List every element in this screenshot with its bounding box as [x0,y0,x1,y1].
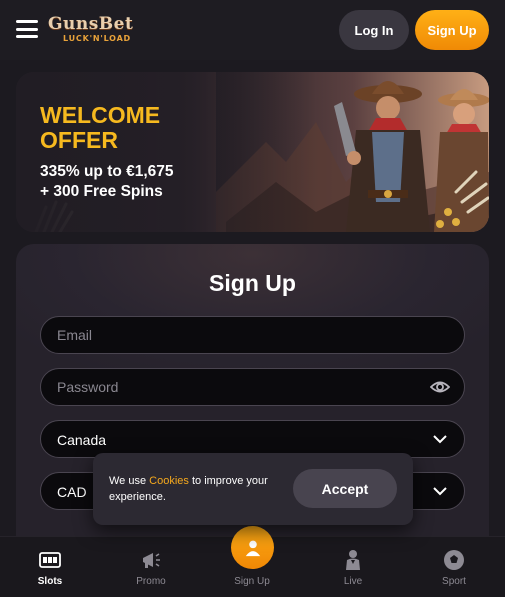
megaphone-icon [143,553,160,568]
login-button[interactable]: Log In [339,10,409,50]
cookie-consent-popup: We use Cookies to improve your experienc… [93,453,413,525]
header-signup-button[interactable]: Sign Up [415,10,489,50]
soccer-ball-icon [444,550,464,570]
top-header: GunsBet LUCK'N'LOAD Log In Sign Up [0,0,505,60]
nav-label-signup: Sign Up [234,576,270,587]
banner-title-line2: OFFER [40,127,118,153]
eye-icon[interactable] [430,379,450,395]
banner-bonus-line1: 335% up to €1,675 [40,163,174,180]
cookie-text-before: We use [109,475,150,487]
nav-label-slots: Slots [37,576,63,587]
country-value: Canada [57,432,107,448]
nav-item-live[interactable]: Live [318,537,388,597]
nav-signup-fab[interactable] [231,526,274,569]
accept-cookies-button[interactable]: Accept [293,469,397,508]
banner-bonus-line2: + 300 Free Spins [40,183,163,200]
gunsbet-logo[interactable]: GunsBet LUCK'N'LOAD [48,14,134,48]
slots-icon [39,552,61,568]
chevron-down-icon [433,487,447,496]
email-input[interactable] [41,317,464,353]
cookies-link[interactable]: Cookies [149,475,189,487]
nav-item-slots[interactable]: Slots [15,537,85,597]
nav-item-sport[interactable]: Sport [419,537,489,597]
user-icon [245,540,260,556]
signup-form-title: Sign Up [209,270,296,296]
live-dealer-icon [346,550,360,570]
password-field[interactable] [40,368,465,406]
cookie-message: We use Cookies to improve your experienc… [109,473,284,505]
chevron-down-icon [433,435,447,444]
banner-title: WELCOME OFFER [40,103,220,153]
hamburger-menu-icon[interactable] [16,20,38,38]
nav-label-sport: Sport [442,576,466,587]
nav-label-live: Live [343,576,363,587]
password-input[interactable] [41,369,464,405]
currency-value: CAD [57,484,87,500]
nav-label-promo: Promo [136,576,166,587]
banner-title-line1: WELCOME [40,102,161,128]
email-field[interactable] [40,316,465,354]
nav-item-promo[interactable]: Promo [116,537,186,597]
logo-main-text: GunsBet [48,14,134,34]
welcome-offer-banner[interactable]: WELCOME OFFER 335% up to €1,675 + 300 Fr… [16,72,489,232]
logo-sub-text: LUCK'N'LOAD [63,34,132,43]
